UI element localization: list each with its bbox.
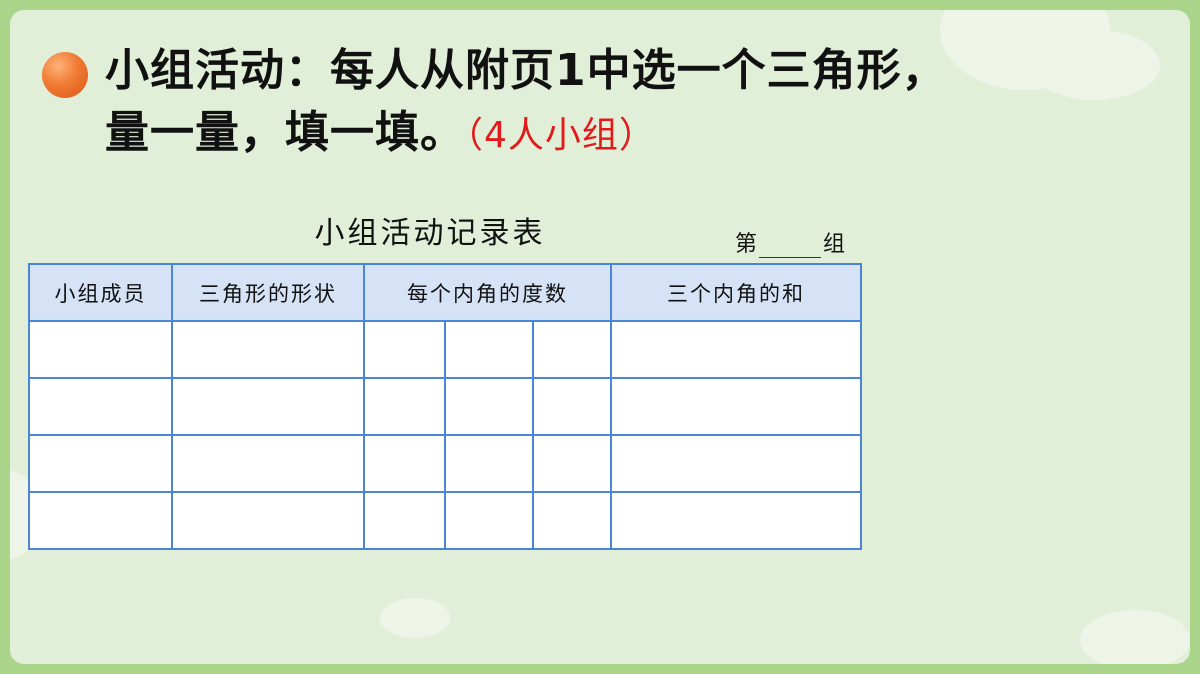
cell-shape[interactable] [171, 434, 365, 493]
cell-angle-2[interactable] [444, 320, 534, 379]
heading-line-2: 量一量，填一填。（4人小组） [105, 102, 1105, 167]
header-angle-sum: 三个内角的和 [610, 263, 862, 322]
cell-member[interactable] [28, 320, 173, 379]
table-row [28, 377, 862, 436]
cell-angle-3[interactable] [532, 434, 612, 493]
cell-angle-1[interactable] [363, 320, 446, 379]
cell-angle-3[interactable] [532, 491, 612, 550]
group-size-note: （4人小组） [465, 115, 656, 156]
table-row [28, 491, 862, 550]
heading-line-1: 小组活动：每人从附页1中选一个三角形， [105, 45, 947, 96]
cell-angle-2[interactable] [444, 491, 534, 550]
table-row [28, 320, 862, 379]
group-number-blank[interactable] [759, 237, 822, 258]
table-row [28, 434, 862, 493]
cell-sum[interactable] [610, 320, 862, 379]
cell-sum[interactable] [610, 434, 862, 493]
group-prefix: 第 [735, 232, 758, 257]
header-members: 小组成员 [28, 263, 173, 322]
cell-member[interactable] [28, 377, 173, 436]
group-number-label: 第 组 [735, 226, 845, 258]
group-suffix: 组 [823, 232, 846, 257]
header-angle-degrees: 每个内角的度数 [363, 263, 612, 322]
cell-angle-3[interactable] [532, 320, 612, 379]
cloud-decoration [1080, 610, 1190, 664]
bullet-dot-icon [42, 52, 88, 98]
cell-member[interactable] [28, 491, 173, 550]
cell-shape[interactable] [171, 320, 365, 379]
record-table: 小组成员 三角形的形状 每个内角的度数 三个内角的和 [28, 263, 862, 550]
slide: 小组活动：每人从附页1中选一个三角形， 量一量，填一填。（4人小组） 小组活动记… [10, 10, 1190, 664]
cell-angle-2[interactable] [444, 377, 534, 436]
cell-angle-1[interactable] [363, 434, 446, 493]
cell-angle-2[interactable] [444, 434, 534, 493]
table-title: 小组活动记录表 [314, 216, 546, 251]
cell-angle-3[interactable] [532, 377, 612, 436]
table-header-row: 小组成员 三角形的形状 每个内角的度数 三个内角的和 [28, 263, 862, 322]
cloud-decoration [380, 598, 450, 638]
cell-sum[interactable] [610, 491, 862, 550]
cell-angle-1[interactable] [363, 491, 446, 550]
header-triangle-shape: 三角形的形状 [171, 263, 365, 322]
activity-heading: 小组活动：每人从附页1中选一个三角形， 量一量，填一填。（4人小组） [105, 40, 1105, 167]
cell-member[interactable] [28, 434, 173, 493]
cell-shape[interactable] [171, 377, 365, 436]
heading-line-2-text: 量一量，填一填。 [105, 107, 465, 158]
cell-sum[interactable] [610, 377, 862, 436]
cell-angle-1[interactable] [363, 377, 446, 436]
cell-shape[interactable] [171, 491, 365, 550]
